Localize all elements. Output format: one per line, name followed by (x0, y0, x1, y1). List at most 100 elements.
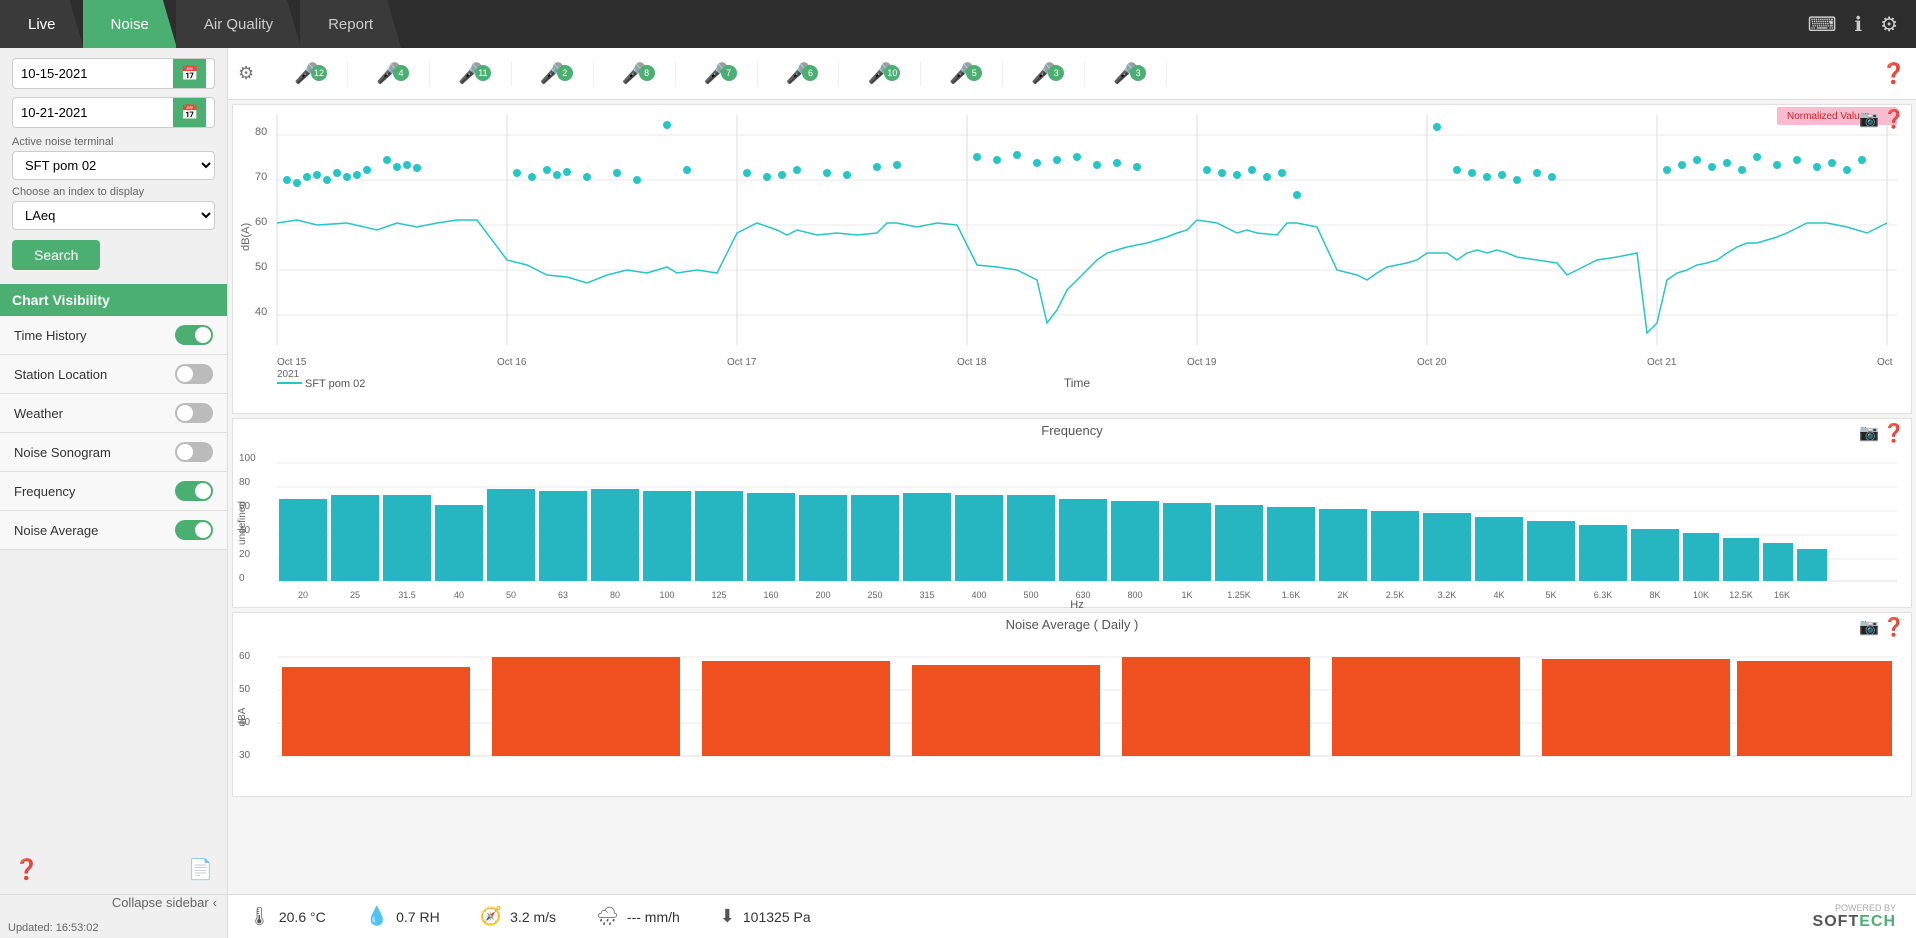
terminal-label: Active noise terminal (12, 136, 215, 148)
noise-average-help-icon[interactable]: ❓ (1883, 617, 1905, 638)
noise-average-screenshot-icon[interactable]: 📷 (1859, 617, 1879, 637)
station-badge-1: 12 (311, 65, 327, 81)
station-item-8[interactable]: 🎤 10 (839, 61, 921, 86)
svg-text:80: 80 (610, 590, 620, 600)
station-help-icon[interactable]: ❓ (1881, 61, 1906, 86)
info-icon[interactable]: ℹ (1854, 12, 1862, 37)
svg-text:12.5K: 12.5K (1729, 590, 1753, 600)
toggle-time-history-switch[interactable] (175, 325, 213, 345)
sidebar-inputs: 📅 📅 Active noise terminal SFT pom 02 Cho… (0, 48, 227, 276)
start-date-input[interactable] (13, 60, 173, 87)
svg-text:1.25K: 1.25K (1227, 590, 1251, 600)
svg-text:20: 20 (298, 590, 308, 600)
toggle-noise-average-switch[interactable] (175, 520, 213, 540)
svg-text:Oct 17: Oct 17 (727, 357, 757, 368)
softech-logo: POWERED BY SOFTECH (1813, 903, 1896, 931)
toggle-noise-sonogram-switch[interactable] (175, 442, 213, 462)
station-settings-icon[interactable]: ⚙ (238, 63, 254, 84)
svg-text:30: 30 (239, 750, 251, 761)
frequency-chart-title: Frequency (1041, 423, 1102, 438)
station-item-11[interactable]: 🎤 3 (1085, 61, 1167, 86)
svg-text:16K: 16K (1774, 590, 1790, 600)
thermometer-icon: 🌡 (248, 906, 271, 927)
toggle-noise-average: Noise Average (0, 511, 227, 550)
svg-text:6.3K: 6.3K (1594, 590, 1613, 600)
svg-text:Normalized Values: Normalized Values (1787, 111, 1870, 122)
humidity-icon: 💧 (366, 906, 388, 927)
svg-text:500: 500 (1023, 590, 1038, 600)
end-date-input[interactable] (13, 99, 173, 126)
end-date-calendar-button[interactable]: 📅 (173, 98, 206, 127)
svg-text:800: 800 (1127, 590, 1142, 600)
temperature-status: 🌡 20.6 °C (248, 906, 326, 927)
station-badge-10: 3 (1048, 65, 1064, 81)
svg-text:125: 125 (711, 590, 726, 600)
station-item-7[interactable]: 🎤 6 (758, 61, 840, 86)
sidebar-help-icon[interactable]: ❓ (14, 857, 39, 882)
time-history-screenshot-icon[interactable]: 📷 (1859, 109, 1879, 129)
svg-text:8K: 8K (1649, 590, 1660, 600)
toggle-time-history: Time History (0, 316, 227, 355)
time-history-chart-panel: 📷 ❓ 80 70 60 50 40 dB(A) (232, 104, 1912, 414)
svg-text:10K: 10K (1693, 590, 1709, 600)
settings-icon[interactable]: ⚙ (1880, 12, 1898, 37)
svg-text:Oct 18: Oct 18 (957, 357, 987, 368)
toggle-station-location: Station Location (0, 355, 227, 394)
station-item-1[interactable]: 🎤 12 (266, 61, 348, 86)
svg-text:Oct 19: Oct 19 (1187, 357, 1217, 368)
tab-noise[interactable]: Noise (83, 0, 177, 48)
time-history-svg: 80 70 60 50 40 dB(A) (233, 105, 1911, 390)
svg-text:100: 100 (659, 590, 674, 600)
svg-text:400: 400 (971, 590, 986, 600)
svg-text:80: 80 (239, 477, 251, 488)
wind-icon: 🧭 (480, 906, 502, 927)
toggle-station-location-switch[interactable] (175, 364, 213, 384)
station-item-9[interactable]: 🎤 5 (921, 61, 1003, 86)
svg-text:25: 25 (350, 590, 360, 600)
collapse-sidebar-button[interactable]: Collapse sidebar ‹ (112, 895, 217, 910)
tab-airquality[interactable]: Air Quality (176, 0, 301, 48)
tab-report[interactable]: Report (300, 0, 401, 48)
pdf-export-icon[interactable]: 📄 (188, 857, 213, 882)
collapse-chevron-icon: ‹ (213, 895, 217, 910)
svg-text:70: 70 (255, 171, 267, 183)
station-badge-6: 7 (721, 65, 737, 81)
start-date-calendar-button[interactable]: 📅 (173, 59, 206, 88)
station-item-6[interactable]: 🎤 7 (676, 61, 758, 86)
end-date-wrapper: 📅 (12, 97, 215, 128)
svg-text:dB(A): dB(A) (240, 223, 252, 251)
index-select[interactable]: LAeq (12, 201, 215, 230)
station-item-2[interactable]: 🎤 4 (348, 61, 430, 86)
svg-text:40: 40 (255, 306, 267, 318)
index-label: Choose an index to display (12, 186, 215, 198)
svg-text:1.6K: 1.6K (1282, 590, 1301, 600)
svg-text:Oct 15: Oct 15 (277, 357, 307, 368)
toggle-frequency-switch[interactable] (175, 481, 213, 501)
svg-text:undefined: undefined (237, 501, 248, 545)
charts-container: 📷 ❓ 80 70 60 50 40 dB(A) (228, 100, 1916, 894)
toggle-weather-switch[interactable] (175, 403, 213, 423)
pressure-status: ⬇ 101325 Pa (720, 906, 811, 927)
wind-status: 🧭 3.2 m/s (480, 906, 556, 927)
toggle-noise-sonogram: Noise Sonogram (0, 433, 227, 472)
toggle-weather: Weather (0, 394, 227, 433)
frequency-screenshot-icon[interactable]: 📷 (1859, 423, 1879, 443)
station-item-10[interactable]: 🎤 3 (1003, 61, 1085, 86)
svg-text:160: 160 (763, 590, 778, 600)
search-button[interactable]: Search (12, 240, 100, 270)
svg-text:Oct 21: Oct 21 (1647, 357, 1677, 368)
tab-live[interactable]: Live (0, 0, 84, 48)
keyboard-icon[interactable]: ⌨ (1808, 12, 1837, 37)
terminal-select[interactable]: SFT pom 02 (12, 151, 215, 180)
svg-text:2021: 2021 (277, 369, 300, 380)
sidebar-bottom: ❓ 📄 (0, 845, 227, 894)
station-item-5[interactable]: 🎤 8 (594, 61, 676, 86)
station-item-3[interactable]: 🎤 11 (430, 61, 512, 86)
svg-text:Oct 20: Oct 20 (1417, 357, 1447, 368)
frequency-help-icon[interactable]: ❓ (1883, 423, 1905, 444)
svg-text:315: 315 (919, 590, 934, 600)
time-history-help-icon[interactable]: ❓ (1883, 109, 1905, 130)
svg-text:60: 60 (239, 651, 251, 662)
station-item-4[interactable]: 🎤 2 (512, 61, 594, 86)
status-bar: 🌡 20.6 °C 💧 0.7 RH 🧭 3.2 m/s 🌧 --- mm/h … (228, 894, 1916, 938)
